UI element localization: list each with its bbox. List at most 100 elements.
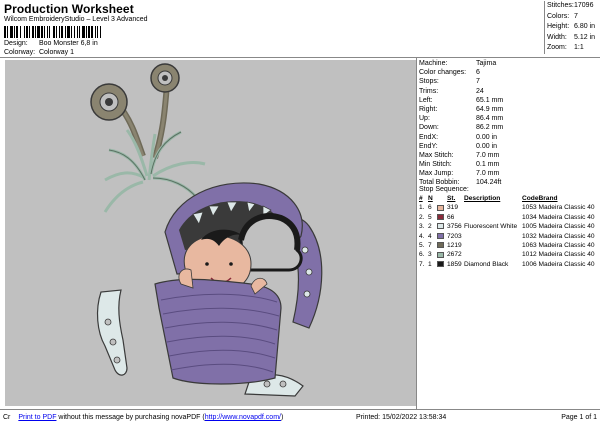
param-value: 7.0 mm: [476, 151, 500, 159]
row-description: Fluorescent White: [464, 223, 518, 231]
param-value: 0.00 in: [476, 142, 498, 150]
col-num: #: [419, 195, 423, 202]
row-stitches: 1859: [447, 260, 462, 268]
param-row: Down: 86.2 mm: [419, 123, 600, 132]
page-title: Production Worksheet: [4, 2, 134, 16]
row-brand: Madeira Classic 40: [538, 204, 595, 212]
stat-value: 6.80 in: [574, 23, 596, 30]
row-swatch: [437, 250, 447, 259]
colorway-value: Colorway 1: [38, 49, 74, 56]
stat-value: 1:1: [574, 44, 584, 51]
row-swatch: [437, 232, 447, 241]
param-value: Tajima: [476, 60, 497, 67]
col-needle: N: [428, 195, 433, 202]
param-label: EndX:: [419, 133, 439, 141]
stat-row: Width: 5.12 in: [545, 33, 600, 44]
row-code: 1032: [522, 232, 537, 240]
param-value: 6: [476, 69, 480, 77]
col-swatch: [437, 194, 447, 203]
param-label: Trims:: [419, 87, 439, 95]
color-swatch: [437, 214, 444, 221]
row-swatch: [437, 260, 447, 269]
table-row: 3. 2 3756 Fluorescent White 1005 Madeira Clas…: [419, 222, 600, 231]
row-needle: 1: [428, 260, 432, 268]
row-description: [464, 241, 522, 250]
table-row: 6. 3 2672 1012 Madeira Classic 40: [419, 250, 600, 259]
row-num: 7.: [419, 260, 425, 268]
embroidery-design-image: [90, 63, 323, 397]
row-description: Diamond Black: [464, 260, 509, 268]
param-row: Stops: 7: [419, 77, 600, 86]
row-needle: 2: [428, 223, 432, 231]
colorway-info: Colorway: Colorway 1: [4, 49, 74, 56]
param-value: 86.2 mm: [476, 124, 504, 132]
param-row: Machine: Tajima: [419, 59, 600, 68]
table-row: 1. 6 319 1053 Madeira Classic 40: [419, 203, 600, 212]
row-brand: Madeira Classic 40: [538, 242, 595, 250]
footer-message: without this message by purchasing novaP…: [56, 414, 205, 421]
param-row: Left: 65.1 mm: [419, 96, 600, 105]
footer-notice: Cr Print to PDF without this message by …: [3, 411, 283, 424]
footer-divider: [0, 409, 600, 410]
boo-eye-left: [205, 262, 209, 266]
param-value: 64.9 mm: [476, 105, 504, 113]
row-stitches: 319: [447, 204, 459, 212]
color-swatch: [437, 223, 444, 230]
print-to-pdf-link[interactable]: Print to PDF: [18, 414, 56, 421]
table-row: 7. 1 1859 Diamond Black 1006 Madeira Classic …: [419, 260, 600, 269]
stat-row: Colors: 7: [545, 12, 600, 23]
param-value: 0.1 mm: [476, 161, 500, 169]
param-row: Max Stitch: 7.0 mm: [419, 151, 600, 160]
footer-close-paren: ): [280, 414, 284, 421]
panel-divider: [416, 57, 417, 409]
row-description: [464, 250, 522, 259]
novapdf-link[interactable]: http://www.novapdf.com/: [205, 414, 281, 421]
row-stitches: 2672: [447, 251, 462, 259]
stat-label: Width:: [547, 33, 567, 41]
row-brand: Madeira Classic 40: [538, 223, 595, 231]
page-number: Page 1 of 1: [561, 414, 597, 421]
row-needle: 4: [428, 232, 432, 240]
stop-sequence-table: # N St. Description Code Brand 1. 6 319 105…: [419, 194, 600, 269]
table-row: 5. 7 1219 1063 Madeira Classic 40: [419, 241, 600, 250]
row-description: [464, 232, 522, 241]
row-swatch: [437, 241, 447, 250]
row-num: 6.: [419, 251, 425, 259]
col-stitches: St.: [447, 195, 456, 202]
row-num: 5.: [419, 242, 425, 250]
row-code: 1034: [522, 213, 537, 221]
row-num: 4.: [419, 232, 425, 240]
stat-label: Colors:: [547, 12, 570, 20]
param-value: 65.1 mm: [476, 96, 504, 104]
color-swatch: [437, 261, 444, 268]
param-value: 24: [476, 87, 484, 95]
row-stitches: 1219: [447, 242, 462, 250]
footer: Cr Print to PDF without this message by …: [0, 411, 600, 424]
barcode: [4, 26, 140, 38]
param-row: Max Jump: 7.0 mm: [419, 169, 600, 178]
param-label: Left:: [419, 96, 433, 104]
row-needle: 3: [428, 251, 432, 259]
param-label: Up:: [419, 115, 430, 123]
boo-eye-right: [229, 262, 233, 266]
left-claw: [96, 289, 128, 376]
row-needle: 7: [428, 242, 432, 250]
stat-row: Height: 6.80 in: [545, 22, 600, 33]
col-brand: Brand: [538, 195, 558, 202]
param-label: Min Stitch:: [419, 161, 452, 169]
param-row: EndY: 0.00 in: [419, 142, 600, 151]
param-label: Machine:: [419, 60, 448, 67]
row-swatch: [437, 222, 447, 231]
table-row: 2. 5 66 1034 Madeira Classic 40: [419, 213, 600, 222]
row-code: 1005: [522, 223, 537, 231]
row-num: 1.: [419, 204, 425, 212]
param-value: 86.4 mm: [476, 115, 504, 123]
param-row: Right: 64.9 mm: [419, 105, 600, 114]
row-code: 1053: [522, 204, 537, 212]
stop-sequence-caption: Stop Sequence:: [419, 186, 469, 193]
row-swatch: [437, 213, 447, 222]
stat-row: Zoom: 1:1: [545, 43, 600, 54]
table-header-row: # N St. Description Code Brand: [419, 194, 600, 203]
row-stitches: 7203: [447, 232, 462, 240]
design-label: Design:: [4, 40, 28, 47]
